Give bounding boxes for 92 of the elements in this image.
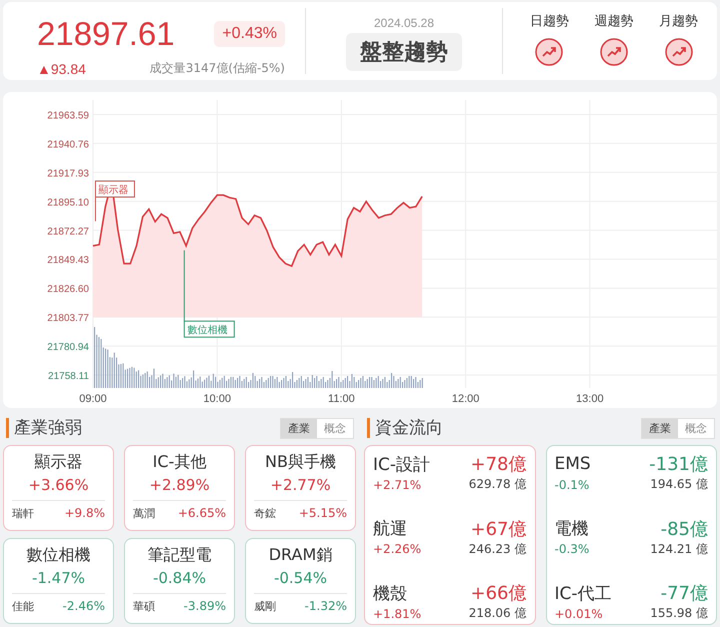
industry-name: 數位相機: [26, 544, 90, 566]
y-tick-label: 21780.94: [47, 342, 89, 354]
fund-flow-value: -77億: [660, 582, 708, 605]
fund-flow-value: +78億: [470, 453, 526, 476]
stock-change: +6.65%: [178, 506, 226, 521]
y-tick-label: 21940.76: [47, 139, 89, 150]
fund-flow-value: +66億: [470, 582, 526, 605]
y-tick-label: 21963.59: [47, 110, 89, 122]
x-tick-label: 10:00: [203, 393, 231, 405]
turnover-amount: 629.78 億: [468, 476, 526, 493]
trend-status: 盤整趨勢: [346, 33, 462, 71]
x-tick-label: 13:00: [576, 393, 604, 405]
y-tick-label: 21895.10: [47, 197, 89, 208]
industry-card[interactable]: 數位相機 -1.47% 佳能 -2.46%: [3, 538, 114, 624]
fund-flow-value: +67億: [470, 518, 526, 540]
industry-name: IC-其他: [152, 451, 206, 473]
stock-name: 奇鋐: [254, 506, 276, 521]
fund-flow-value: -131億: [649, 453, 708, 476]
industry-change: +2.71%: [373, 478, 422, 492]
x-tick-label: 12:00: [452, 393, 480, 405]
industry-name: 顯示器: [34, 451, 82, 473]
trend-up-icon: [600, 38, 628, 66]
trend-up-icon: [535, 38, 564, 66]
filter-tab[interactable]: 產業: [642, 418, 678, 438]
industry-name: NB與手機: [265, 451, 336, 473]
leader-line: [94, 196, 96, 222]
turnover-amount: 246.23 億: [468, 540, 526, 558]
industry-change: -0.3%: [554, 542, 590, 556]
section-title: 產業強弱: [6, 418, 82, 438]
industry-card[interactable]: IC-其他 +2.89% 萬潤 +6.65%: [124, 445, 235, 531]
industry-change: +0.01%: [554, 606, 603, 620]
x-tick-label: 09:00: [79, 393, 107, 405]
industry-change: -1.47%: [32, 568, 86, 589]
industry-change: +1.81%: [373, 606, 422, 620]
fund-flow-value: -85億: [660, 518, 708, 540]
stock-change: -1.32%: [304, 599, 347, 614]
stock-name: 瑞軒: [12, 506, 34, 521]
annotation: 數位相機: [187, 324, 228, 336]
volume-text: 成交量3147億(估縮-5%): [150, 60, 285, 77]
turnover-amount: 124.21 億: [650, 540, 708, 558]
industry-name: 筆記型電: [148, 544, 212, 566]
filter-tab[interactable]: 產業: [281, 418, 317, 438]
industry-change: +2.26%: [373, 542, 422, 556]
industry-name[interactable]: 電機: [554, 517, 588, 540]
industry-name[interactable]: 航運: [373, 517, 407, 540]
industry-change: +2.89%: [149, 475, 210, 496]
industry-change: +3.66%: [28, 475, 89, 496]
stock-change: -3.89%: [184, 599, 226, 614]
stock-change: +5.15%: [298, 506, 347, 521]
trend-up-icon: [664, 38, 693, 66]
index-price: 21897.61: [37, 14, 175, 54]
stock-name: 佳能: [12, 599, 34, 614]
industry-name[interactable]: IC-代工: [554, 582, 612, 604]
y-tick-label: 21826.60: [47, 284, 89, 296]
turnover-amount: 218.06 億: [468, 605, 526, 622]
trend-label: 週趨勢: [594, 13, 634, 30]
trend-label: 月趨勢: [659, 13, 698, 30]
industry-change: -0.1%: [554, 478, 590, 492]
industry-card[interactable]: NB與手機 +2.77% 奇鋐 +5.15%: [245, 445, 356, 531]
annotation: 顯示器: [98, 184, 128, 196]
annotation-label: 顯示器: [94, 180, 135, 198]
filter-tab[interactable]: 概念: [317, 418, 353, 438]
stock-change: +9.8%: [64, 506, 105, 521]
stock-name: 威剛: [254, 599, 276, 614]
section-title: 資金流向: [367, 418, 443, 438]
industry-card[interactable]: 顯示器 +3.66% 瑞軒 +9.8%: [3, 445, 114, 531]
stock-change: -2.46%: [62, 599, 105, 614]
y-tick-label: 21758.11: [48, 371, 89, 382]
y-tick-label: 21917.93: [47, 168, 89, 180]
stock-name: 華碩: [133, 599, 155, 614]
industry-change: +2.77%: [270, 475, 331, 496]
turnover-amount: 155.98 億: [650, 605, 708, 622]
change-points: ▲93.84: [37, 60, 86, 76]
industry-name[interactable]: IC-設計: [373, 452, 430, 476]
industry-change: -0.84%: [152, 568, 206, 589]
y-tick-label: 21803.77: [47, 313, 89, 324]
y-tick-label: 21872.27: [47, 226, 89, 238]
y-tick-label: 21849.43: [47, 255, 89, 266]
industry-name[interactable]: 機殼: [373, 582, 407, 604]
x-tick-label: 11:00: [328, 393, 355, 405]
stock-name: 萬潤: [133, 506, 155, 521]
date-text: 2024.05.28: [374, 16, 434, 30]
change-percent: +0.43%: [214, 21, 285, 47]
industry-name: DRAM銷: [268, 544, 332, 566]
industry-name[interactable]: EMS: [554, 454, 591, 474]
industry-card[interactable]: DRAM銷 -0.54% 威剛 -1.32%: [245, 538, 356, 624]
annotation-label: 數位相機: [184, 320, 235, 338]
turnover-amount: 194.65 億: [650, 476, 708, 493]
industry-change: -0.54%: [274, 568, 328, 589]
filter-tab[interactable]: 概念: [678, 418, 714, 438]
industry-card[interactable]: 筆記型電 -0.84% 華碩 -3.89%: [124, 538, 235, 624]
trend-label: 日趨勢: [530, 13, 569, 30]
